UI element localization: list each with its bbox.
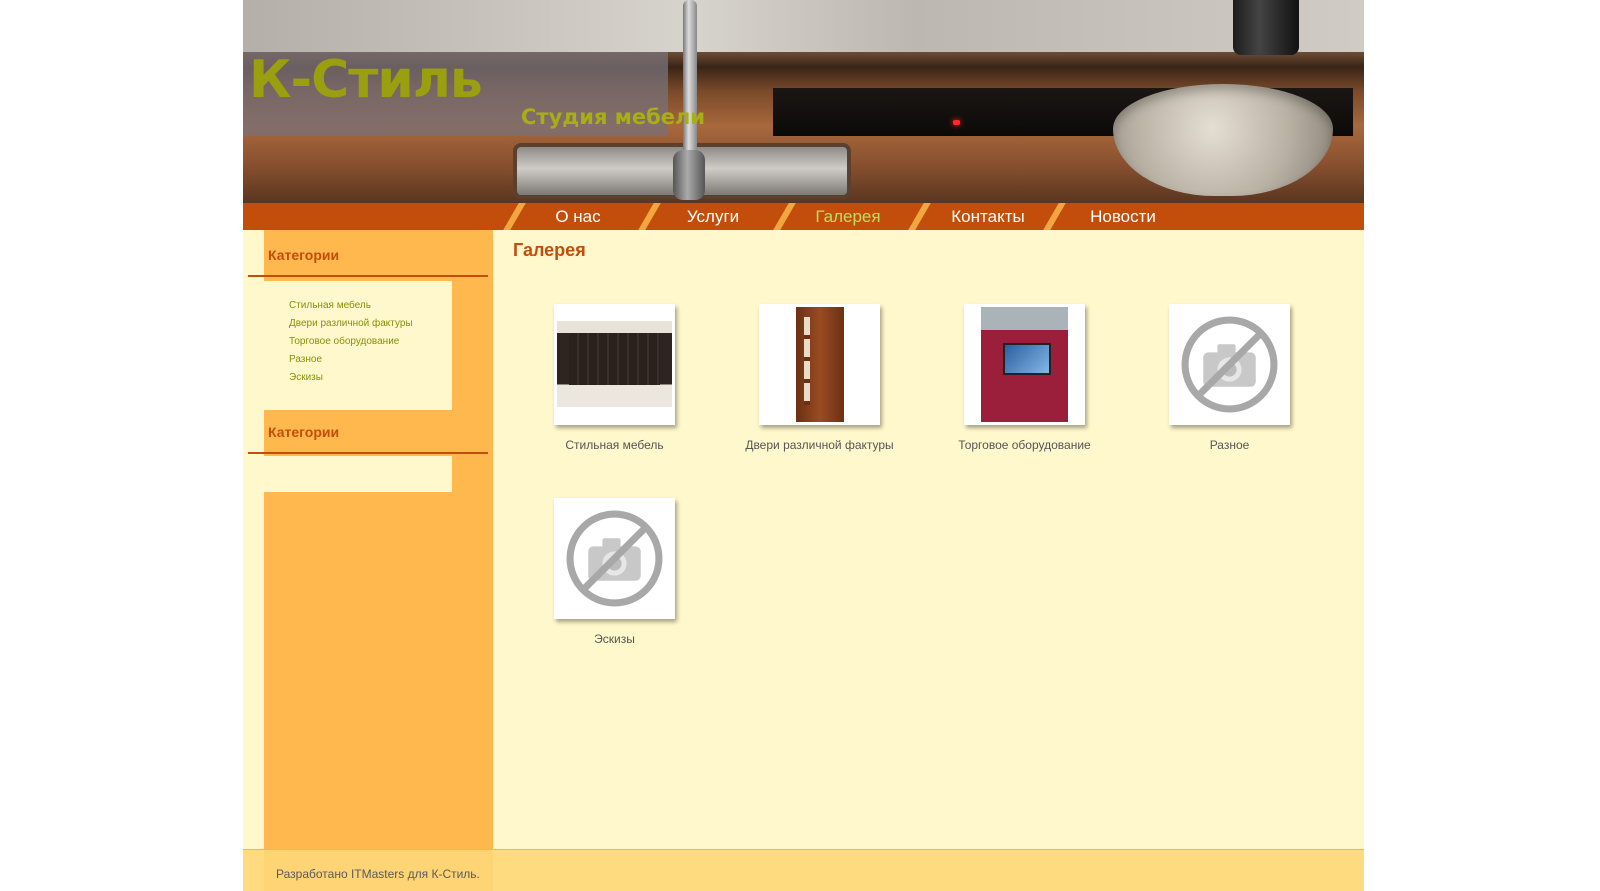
sidebar-link-retail-equipment[interactable]: Торговое оборудование	[289, 336, 399, 347]
nav-item-news[interactable]: Новости	[1073, 203, 1173, 230]
banner-faucet-base	[673, 150, 705, 200]
sidebar-link-sketches[interactable]: Эскизы	[289, 372, 323, 383]
sidebar-heading-categories: Категории	[248, 233, 488, 277]
nav-separator	[1043, 203, 1066, 230]
door-photo	[796, 307, 844, 422]
gallery-caption[interactable]: Разное	[1127, 438, 1332, 452]
sidebar-heading-label: Категории	[268, 247, 340, 263]
main-nav: О нас Услуги Галерея Контакты Новости	[243, 203, 1364, 230]
gallery-thumb-misc[interactable]	[1169, 304, 1290, 425]
gallery-caption[interactable]: Эскизы	[512, 632, 717, 646]
footer-credits: Разработано ITMasters для К-Стиль.	[276, 867, 480, 881]
nav-separator	[773, 203, 796, 230]
gallery-thumb-stylish-furniture[interactable]	[554, 304, 675, 425]
sidebar-heading-categories-2: Категории	[248, 410, 488, 454]
sidebar-heading-underline	[248, 452, 488, 454]
site-tagline: Студия мебели	[521, 105, 706, 129]
banner-cooktop-light	[953, 120, 960, 125]
nav-item-gallery[interactable]: Галерея	[803, 203, 893, 230]
sidebar-link-stylish-furniture[interactable]: Стильная мебель	[289, 300, 371, 311]
sidebar-link-doors[interactable]: Двери различной фактуры	[289, 318, 413, 329]
gallery-thumb-sketches[interactable]	[554, 498, 675, 619]
banner-faucet	[683, 0, 697, 170]
sidebar-categories-box: Стильная мебель Двери различной фактуры …	[264, 281, 452, 410]
no-photo-icon	[566, 510, 663, 607]
gallery-caption[interactable]: Торговое оборудование	[922, 438, 1127, 452]
banner-backsplash	[243, 0, 1364, 52]
nav-item-contacts[interactable]: Контакты	[938, 203, 1038, 230]
gallery-thumb-retail-equipment[interactable]	[964, 304, 1085, 425]
sidebar-heading-label: Категории	[268, 424, 340, 440]
page-title: Галерея	[513, 240, 586, 260]
nav-item-about[interactable]: О нас	[533, 203, 623, 230]
sidebar-categories-box-2	[264, 456, 452, 492]
nav-item-services[interactable]: Услуги	[668, 203, 758, 230]
gallery-caption[interactable]: Стильная мебель	[512, 438, 717, 452]
site-logo[interactable]: К-Стиль	[249, 50, 483, 110]
gallery-caption[interactable]: Двери различной фактуры	[717, 438, 922, 452]
nav-separator	[503, 203, 526, 230]
nav-separator	[638, 203, 661, 230]
footer: Разработано ITMasters для К-Стиль.	[243, 849, 1364, 891]
banner-stone-bowl	[1113, 84, 1333, 196]
no-photo-icon	[1181, 316, 1278, 413]
furniture-photo	[557, 321, 672, 407]
header-banner: К-Стиль Студия мебели	[243, 0, 1364, 203]
banner-kettle	[1233, 0, 1299, 55]
retail-stand-photo	[981, 307, 1068, 422]
sidebar-heading-underline	[248, 275, 488, 277]
gallery-thumb-doors[interactable]	[759, 304, 880, 425]
sidebar-link-misc[interactable]: Разное	[289, 354, 322, 365]
nav-separator	[908, 203, 931, 230]
page: К-Стиль Студия мебели О нас Услуги Галер…	[243, 0, 1364, 891]
